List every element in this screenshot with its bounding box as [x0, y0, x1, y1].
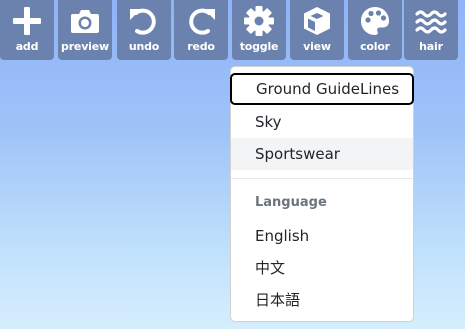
toggle-dropdown-menu: Ground GuideLines Sky Sportswear Languag… [230, 66, 414, 322]
view-button[interactable]: view [290, 0, 344, 60]
menu-item-sportswear[interactable]: Sportswear [231, 138, 413, 170]
redo-button[interactable]: redo [174, 0, 228, 60]
language-header: Language [255, 195, 327, 210]
palette-icon [361, 7, 389, 35]
preview-button[interactable]: preview [58, 0, 112, 60]
undo-icon [130, 8, 156, 35]
cube-icon [304, 7, 330, 35]
menu-item-english[interactable]: English [231, 220, 413, 252]
gear-icon [244, 6, 274, 36]
add-label: add [15, 40, 39, 53]
menu-item-sky[interactable]: Sky [231, 106, 413, 138]
waves-icon [415, 10, 447, 34]
redo-label: redo [187, 40, 215, 53]
redo-icon [189, 8, 215, 35]
menu-divider [231, 178, 413, 179]
menu-item-japanese[interactable]: 日本語 [231, 284, 413, 316]
menu-item-chinese[interactable]: 中文 [231, 252, 413, 284]
hair-button[interactable]: hair [404, 0, 458, 60]
color-label: color [360, 40, 390, 53]
toolbar: add preview undo redo toggle view color … [0, 0, 465, 60]
view-label: view [303, 40, 331, 53]
toggle-label: toggle [239, 40, 279, 53]
camera-icon [71, 10, 99, 33]
hair-label: hair [419, 40, 443, 53]
undo-label: undo [128, 40, 160, 53]
add-button[interactable]: add [0, 0, 54, 60]
menu-item-ground-guidelines[interactable]: Ground GuideLines [230, 73, 414, 105]
color-button[interactable]: color [348, 0, 402, 60]
toggle-button[interactable]: toggle [232, 0, 286, 60]
undo-button[interactable]: undo [117, 0, 171, 60]
preview-label: preview [61, 40, 109, 53]
plus-icon [13, 7, 41, 35]
